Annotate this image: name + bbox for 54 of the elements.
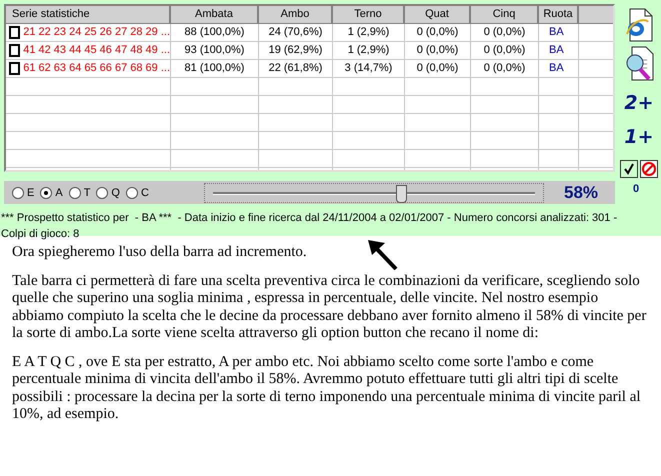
option-label: A: [55, 186, 63, 198]
percentage-value: 58%: [564, 182, 598, 202]
radio-button[interactable]: [68, 186, 81, 198]
option-label: C: [140, 186, 149, 198]
paragraph: E A T Q C , ove E sta per estratto, A per ambo etc. Noi abbiamo scelto come sorte l'ambo e come percentuale minima di vincita dell'ambo il 58%. Avremmo potuto effettuare tutti gli altri tipi di scelte possibili : processare la decina per la sorte di terno imponendo una percentuale minima di vincite paril al 10%, ad esempio.: [12, 354, 642, 424]
paragraph: Tale barra ci permetterà di fare una scelta preventiva circa le combinazioni da verificare, scegliendo solo quelle che superino una soglia minima , espressa in percentuale, delle vincite. Nel nostro esempio abbiamo compiuto la scelta che le decine da processare debbano aver fornito almeno il 58% di vincite per la sorte di ambo.La sorte viene scelta attraverso gli option button che recano il nome di:: [12, 272, 648, 342]
table-cell-text: 93 (100,0%): [184, 43, 244, 58]
option-label: T: [84, 186, 90, 198]
cancel-button[interactable]: [640, 160, 658, 178]
table-cell-text: 0 (0,0%): [484, 25, 526, 40]
table-cell-text: 24 (70,6%): [268, 25, 322, 40]
table-cell-text: 0 (0,0%): [416, 25, 458, 40]
radio-button[interactable]: [126, 186, 138, 198]
table-cell-text: 1 (2,9%): [348, 43, 390, 58]
check-button[interactable]: [620, 160, 638, 178]
checkbox[interactable]: [9, 44, 20, 57]
series-numbers: 41 42 43 44 45 46 47 48 49 ...: [23, 43, 170, 58]
option-label: Q: [111, 186, 120, 198]
increment-button[interactable]: 1+: [624, 122, 654, 152]
table-cell-text: 3 (14,7%): [344, 61, 392, 76]
slider-thumb[interactable]: [396, 184, 408, 202]
option-label: E: [27, 186, 34, 198]
table-cell-text: 81 (100,0%): [184, 61, 244, 76]
table-cell-text: 0 (0,0%): [416, 43, 458, 58]
radio-button[interactable]: [40, 186, 52, 198]
column-header[interactable]: Quat: [405, 6, 471, 23]
table-cell-text: 0 (0,0%): [484, 43, 526, 58]
counter-value: 0: [633, 183, 640, 195]
increment-button[interactable]: 2+: [624, 88, 654, 118]
status-text: *** Prospetto statistico per - BA *** - Data inizio e fine ricerca dal 24/11/2004 a 02/01/2007 - Numero concorsi analizzati: 301 - Colpi di gioco: 8: [1, 211, 618, 242]
column-header[interactable]: Ambo: [259, 6, 333, 23]
checkbox[interactable]: [9, 26, 20, 39]
web-page-icon[interactable]: [624, 8, 654, 42]
column-header[interactable]: Terno: [333, 6, 405, 23]
table-cell-text: 0 (0,0%): [484, 61, 526, 76]
checkbox[interactable]: [9, 62, 20, 75]
series-numbers: 21 22 23 24 25 26 27 28 29 ...: [23, 25, 170, 40]
column-header[interactable]: Ruota: [539, 6, 579, 23]
radio-button[interactable]: [96, 186, 108, 198]
radio-button[interactable]: [12, 186, 24, 198]
table-cell-text: 0 (0,0%): [416, 61, 458, 76]
column-header[interactable]: Cinq: [471, 6, 539, 23]
table-cell-text: BA: [549, 25, 564, 40]
column-header[interactable]: Ambata: [171, 6, 259, 23]
column-header[interactable]: Serie statistiche: [6, 6, 171, 23]
table-cell-text: BA: [549, 43, 564, 58]
arrow-annotation: [368, 240, 398, 270]
table-cell-text: 19 (62,9%): [268, 43, 322, 58]
table-cell-text: BA: [549, 61, 564, 76]
table-cell-text: 88 (100,0%): [184, 25, 244, 40]
series-numbers: 61 62 63 64 65 66 67 68 69 ...: [23, 61, 170, 76]
table-cell-text: 1 (2,9%): [348, 25, 390, 40]
table-cell-text: 22 (61,8%): [268, 61, 322, 76]
section-heading: Ora spiegheremo l'uso della barra ad incremento.: [12, 244, 307, 262]
